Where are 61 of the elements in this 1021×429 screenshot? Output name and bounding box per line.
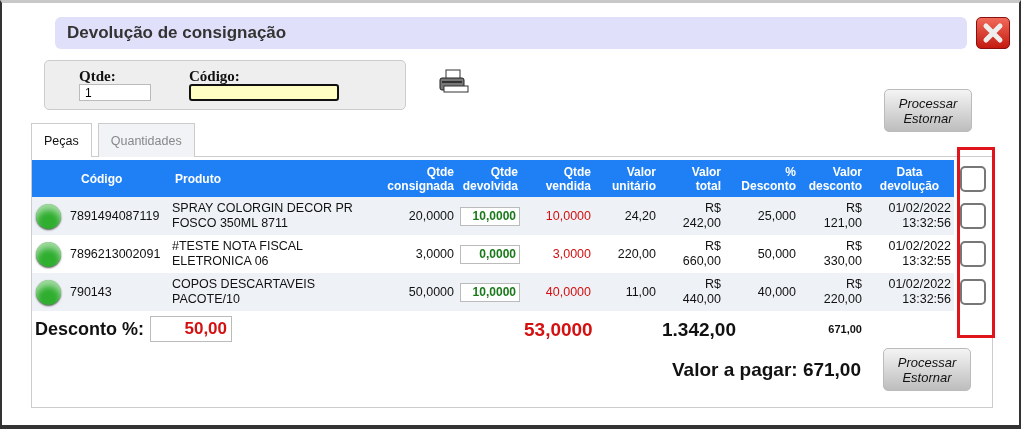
qtde-label: Qtde: <box>79 68 117 84</box>
table-cell: 790143 <box>67 273 169 311</box>
column-header: Valor unitário <box>594 160 659 197</box>
discount-label: Desconto %: <box>35 321 144 337</box>
amount-due: Valor a pagar: 671,00 <box>671 358 861 381</box>
checkbox[interactable] <box>960 203 986 229</box>
column-header: Valor desconto <box>799 160 865 197</box>
dialog-title: Devolução de consignação <box>55 17 967 49</box>
table-cell: 220,00 <box>594 235 659 273</box>
table-cell-text: R$ 660,00 <box>681 239 721 269</box>
checkbox[interactable] <box>960 279 986 305</box>
column-header: % Desconto <box>724 160 799 197</box>
table-cell: 50,000 <box>724 235 799 273</box>
returned-qty-field[interactable]: 0,0000 <box>460 244 520 264</box>
column-header: Data devolução <box>865 160 954 197</box>
value-total: 1.342,00 <box>662 318 736 340</box>
column-header: Produto <box>169 160 384 197</box>
table-cell: 11,00 <box>594 273 659 311</box>
column-header: Valor total <box>659 160 724 197</box>
sold-total: 53,0000 <box>521 311 594 347</box>
table-cell-text: R$ 220,00 <box>822 277 862 307</box>
table-cell: #TESTE NOTA FISCAL ELETRONICA 06 <box>169 235 384 273</box>
table-cell: 20,0000 <box>384 197 457 235</box>
column-header: Qtde consignada <box>384 160 457 197</box>
table-cell: 40,0000 <box>521 273 594 311</box>
codigo-field[interactable] <box>189 84 339 101</box>
returned-qty-field[interactable]: 10,0000 <box>460 206 520 226</box>
table-cell: 7896213002091 <box>67 235 169 273</box>
tab[interactable]: Peças <box>31 123 92 157</box>
table-cell: 40,000 <box>724 273 799 311</box>
close-icon <box>982 22 1004 44</box>
table-cell: 10,0000 <box>521 197 594 235</box>
table-cell-text: 01/02/2022 13:32:56 <box>887 201 951 231</box>
column-header: Código <box>67 160 169 197</box>
qtde-field[interactable]: 1 <box>79 84 151 101</box>
returned-qty-field[interactable]: 10,0000 <box>460 282 520 302</box>
table-cell: 3,0000 <box>521 235 594 273</box>
table-cell-text: R$ 440,00 <box>681 277 721 307</box>
table-cell: 24,20 <box>594 197 659 235</box>
table-cell-text: 01/02/2022 13:32:56 <box>887 277 951 307</box>
discount-field[interactable]: 50,00 <box>150 316 232 342</box>
process-button[interactable]: Processar Estornar <box>884 89 972 132</box>
codigo-label: Código: <box>189 68 241 84</box>
table-cell-text: 01/02/2022 13:32:55 <box>887 239 951 269</box>
table-cell: 7891494087119 <box>67 197 169 235</box>
column-header: Qtde vendida <box>521 160 594 197</box>
process-button[interactable]: Processar Estornar <box>883 348 971 391</box>
table-cell: 3,0000 <box>384 235 457 273</box>
table-cell: COPOS DESCARTAVEIS PACOTE/10 <box>169 273 384 311</box>
discount-total: 671,00 <box>799 311 865 347</box>
table-cell-text: R$ 121,00 <box>822 201 862 231</box>
table-cell-text: R$ 242,00 <box>681 201 721 231</box>
column-header: Qtde devolvida <box>457 160 521 197</box>
table-cell: 50,0000 <box>384 273 457 311</box>
table-cell: SPRAY COLORGIN DECOR PR FOSCO 350ML 8711 <box>169 197 384 235</box>
table-cell-text: R$ 330,00 <box>822 239 862 269</box>
checkbox[interactable] <box>960 165 986 192</box>
table-cell: 25,000 <box>724 197 799 235</box>
close-button[interactable] <box>976 17 1010 49</box>
tab[interactable]: Quantidades <box>97 123 195 157</box>
checkbox[interactable] <box>960 241 986 267</box>
